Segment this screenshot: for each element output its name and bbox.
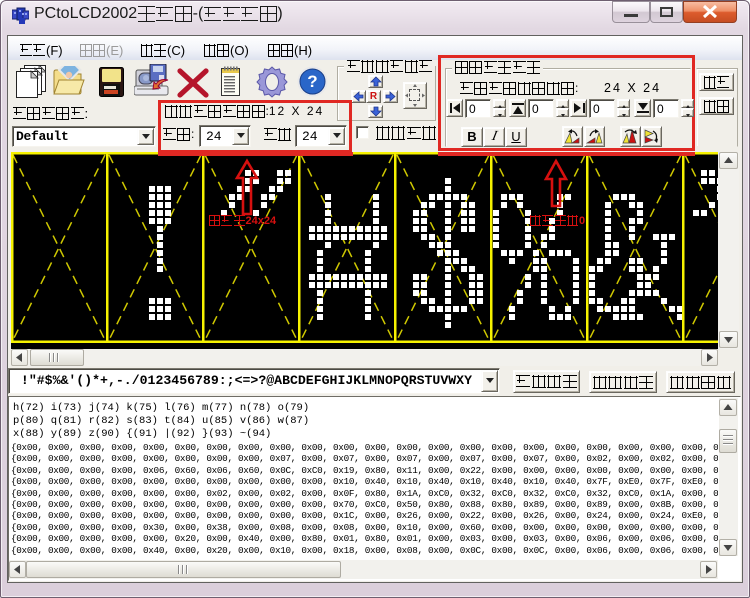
svg-text:?: ? — [307, 72, 317, 91]
